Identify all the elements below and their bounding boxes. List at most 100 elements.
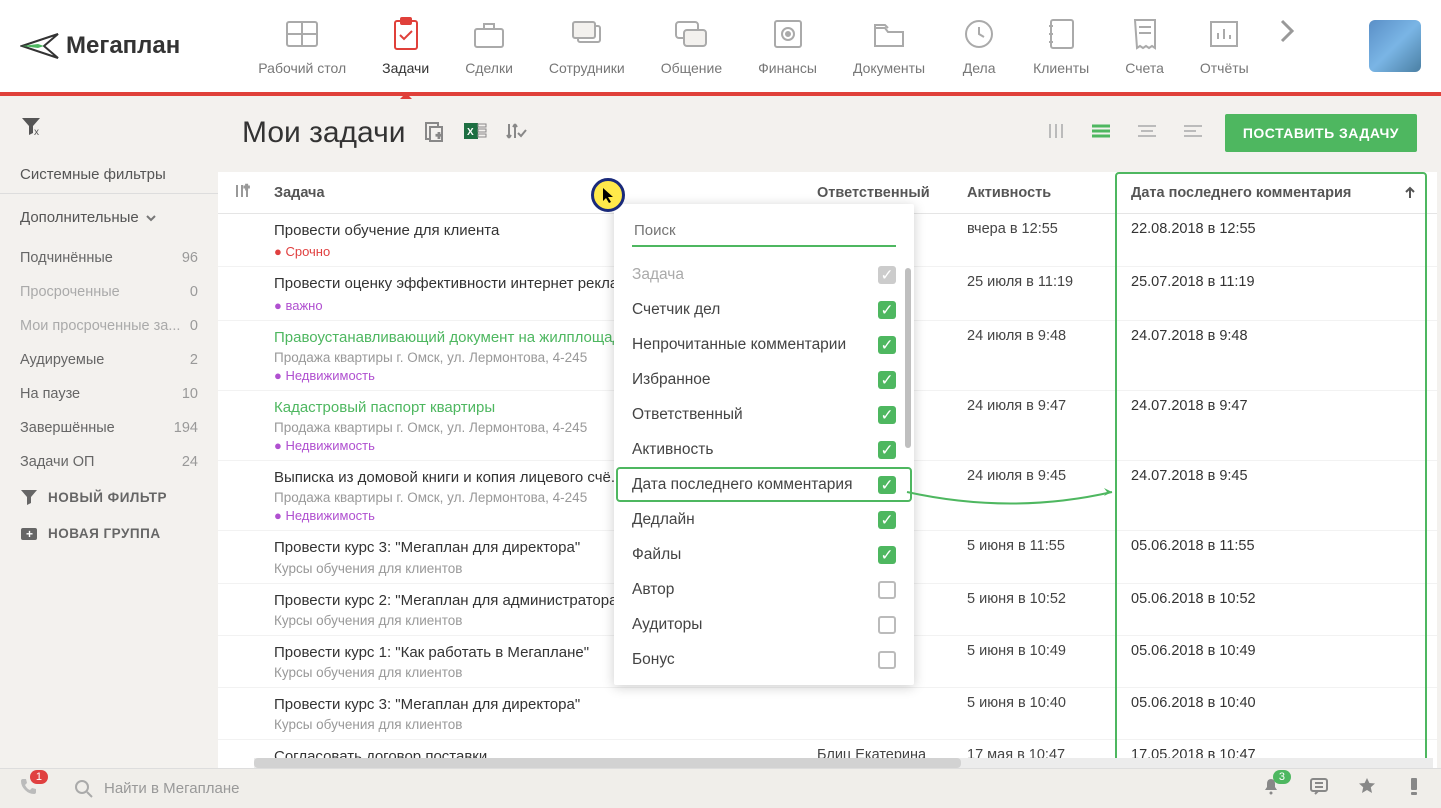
sidebar-item[interactable]: Просроченные0 — [0, 275, 218, 309]
sidebar: x Системные фильтры Дополнительные Подчи… — [0, 96, 218, 768]
view-align-left-icon[interactable] — [1179, 119, 1207, 148]
search-icon — [74, 779, 94, 799]
nav-deals[interactable]: Сделки — [447, 16, 531, 76]
column-picker-item[interactable]: Дата последнего комментария✓ — [616, 467, 912, 502]
column-picker-item[interactable]: Активность✓ — [614, 432, 914, 467]
phone-icon[interactable]: 1 — [18, 776, 38, 801]
annotation-cursor — [591, 178, 625, 212]
clipboard-check-icon — [388, 16, 424, 52]
checkbox-on-icon: ✓ — [878, 301, 896, 319]
receipt-icon — [1127, 16, 1163, 52]
create-task-button[interactable]: ПОСТАВИТЬ ЗАДАЧУ — [1225, 114, 1417, 152]
table-row[interactable]: Провести курс 3: "Мегаплан для директора… — [218, 688, 1437, 740]
page-header: Мои задачи + X ПОСТАВИТЬ ЗАДАЧУ — [218, 96, 1441, 172]
column-picker-item[interactable]: Дедлайн✓ — [614, 502, 914, 537]
message-icon[interactable] — [1309, 776, 1329, 801]
th-task[interactable]: Задача — [264, 185, 807, 201]
logo-text: Мегаплан — [66, 32, 180, 60]
footer-bar: 1 Найти в Мегаплане 3 — [0, 768, 1441, 808]
svg-text:x: x — [34, 127, 39, 136]
nav-tasks[interactable]: Задачи — [364, 16, 447, 76]
filter-reset-icon[interactable]: x — [20, 123, 42, 140]
bell-icon[interactable]: 3 — [1261, 776, 1281, 801]
column-picker-item[interactable]: Ответственный✓ — [614, 397, 914, 432]
nav-clients[interactable]: Клиенты — [1015, 16, 1107, 76]
sidebar-item[interactable]: Подчинённые96 — [0, 241, 218, 275]
address-book-icon — [1043, 16, 1079, 52]
checkbox-off-icon — [878, 581, 896, 599]
folder-plus-icon: + — [20, 525, 38, 541]
nav-finance[interactable]: Финансы — [740, 16, 835, 76]
bar-chart-icon — [1206, 16, 1242, 52]
svg-text:X: X — [467, 127, 474, 138]
id-cards-icon — [569, 16, 605, 52]
folder-icon — [871, 16, 907, 52]
th-activity[interactable]: Активность — [957, 185, 1117, 201]
th-responsible[interactable]: Ответственный — [807, 185, 957, 201]
nav-chat[interactable]: Общение — [643, 16, 740, 76]
safe-icon — [770, 16, 806, 52]
column-settings-icon[interactable]: + — [234, 183, 264, 203]
briefcase-icon — [471, 16, 507, 52]
column-picker-item[interactable]: Счетчик дел✓ — [614, 292, 914, 327]
alert-icon[interactable] — [1405, 776, 1423, 801]
sidebar-item[interactable]: Задачи ОП24 — [0, 445, 218, 479]
nav-accounts[interactable]: Счета — [1107, 16, 1182, 76]
nav-documents[interactable]: Документы — [835, 16, 943, 76]
filter-icon — [20, 489, 38, 505]
scrollbar-thumb[interactable] — [254, 758, 961, 768]
horizontal-scrollbar[interactable] — [254, 758, 1433, 768]
chat-icon — [673, 16, 709, 52]
checkbox-on-icon: ✓ — [878, 336, 896, 354]
logo[interactable]: Мегаплан — [20, 31, 180, 61]
column-picker-item[interactable]: Избранное✓ — [614, 362, 914, 397]
page-title: Мои задачи — [242, 116, 405, 150]
nav-desk[interactable]: Рабочий стол — [240, 16, 364, 76]
user-avatar[interactable] — [1369, 20, 1421, 72]
star-icon[interactable] — [1357, 776, 1377, 801]
top-nav: Мегаплан Рабочий стол Задачи Сделки Сотр… — [0, 0, 1441, 96]
nav-reports[interactable]: Отчёты — [1182, 16, 1267, 76]
nav-more[interactable] — [1277, 16, 1297, 76]
excel-export-icon[interactable]: X — [463, 120, 487, 147]
view-list-icon[interactable] — [1087, 119, 1115, 148]
nav-employees[interactable]: Сотрудники — [531, 16, 643, 76]
chevron-down-icon — [145, 212, 157, 224]
column-picker-item[interactable]: Аудиторы — [614, 607, 914, 642]
new-filter-button[interactable]: НОВЫЙ ФИЛЬТР — [0, 479, 218, 515]
sidebar-system-filters[interactable]: Системные фильтры — [0, 156, 218, 194]
svg-text:+: + — [436, 131, 442, 142]
svg-text:+: + — [26, 527, 34, 541]
sort-check-icon[interactable] — [505, 120, 527, 147]
sidebar-item[interactable]: Мои просроченные за...0 — [0, 309, 218, 343]
view-columns-icon[interactable] — [1043, 119, 1069, 148]
checkbox-on-icon: ✓ — [878, 476, 896, 494]
arrow-up-icon — [1403, 186, 1417, 200]
checkbox-off-icon — [878, 616, 896, 634]
checkbox-locked-icon: ✓ — [878, 266, 896, 284]
view-align-center-icon[interactable] — [1133, 119, 1161, 148]
column-picker-item[interactable]: Бонус — [614, 642, 914, 677]
svg-text:+: + — [244, 183, 249, 192]
checkbox-off-icon — [878, 651, 896, 669]
sidebar-item[interactable]: Аудируемые2 — [0, 343, 218, 377]
footer-search[interactable]: Найти в Мегаплане — [74, 779, 1245, 799]
column-picker-item[interactable]: Задача✓ — [614, 257, 914, 292]
bell-badge: 3 — [1273, 770, 1291, 784]
sidebar-item[interactable]: На паузе10 — [0, 377, 218, 411]
scrollbar-thumb[interactable] — [905, 268, 911, 448]
column-picker-search[interactable] — [632, 216, 896, 247]
new-group-button[interactable]: +НОВАЯ ГРУППА — [0, 515, 218, 551]
checkbox-on-icon: ✓ — [878, 546, 896, 564]
copy-icon[interactable]: + — [423, 120, 445, 147]
checkbox-on-icon: ✓ — [878, 441, 896, 459]
sidebar-additional[interactable]: Дополнительные — [0, 199, 218, 236]
dashboard-icon — [284, 16, 320, 52]
th-last-comment[interactable]: Дата последнего комментария — [1117, 185, 1417, 201]
nav-affairs[interactable]: Дела — [943, 16, 1015, 76]
column-picker-item[interactable]: Непрочитанные комментарии✓ — [614, 327, 914, 362]
checkbox-on-icon: ✓ — [878, 406, 896, 424]
column-picker-item[interactable]: Файлы✓ — [614, 537, 914, 572]
column-picker-item[interactable]: Автор — [614, 572, 914, 607]
sidebar-item[interactable]: Завершённые194 — [0, 411, 218, 445]
